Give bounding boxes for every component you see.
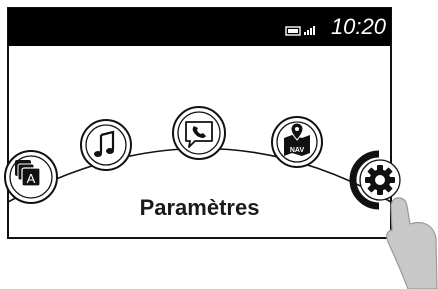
navigation-button[interactable]: NAV <box>271 116 323 168</box>
apps-letter: A <box>27 171 36 186</box>
screen: A NAV <box>4 7 438 289</box>
gear-icon <box>365 165 395 195</box>
tapping-finger-icon <box>386 197 438 289</box>
status-time: 10:20 <box>330 14 386 39</box>
nav-badge: NAV <box>290 147 305 154</box>
music-button[interactable] <box>80 119 132 171</box>
phone-button[interactable] <box>172 106 226 160</box>
selected-menu-label: Paramètres <box>139 195 260 220</box>
